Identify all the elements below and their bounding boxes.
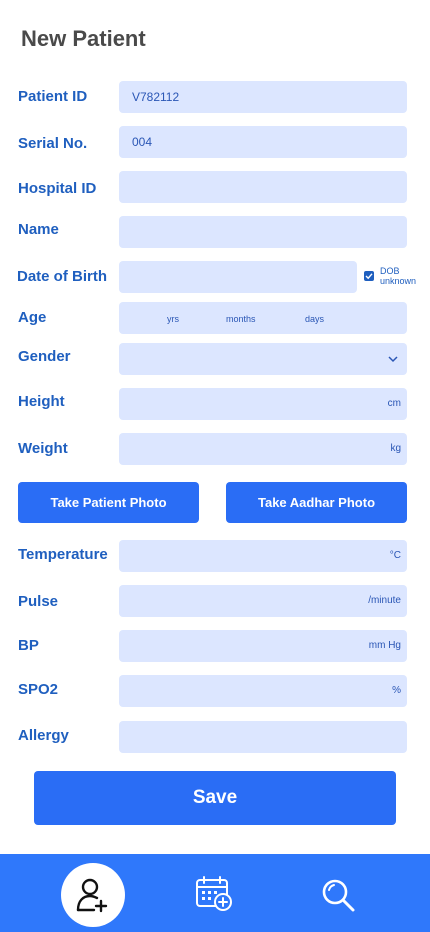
serial-no-value: 004 <box>132 135 153 149</box>
pulse-unit: /minute <box>368 595 401 606</box>
spo2-unit: % <box>392 685 401 696</box>
save-button[interactable]: Save <box>34 771 396 825</box>
hospital-id-label: Hospital ID <box>18 180 97 197</box>
gender-select[interactable] <box>119 343 407 375</box>
take-aadhar-photo-button[interactable]: Take Aadhar Photo <box>226 482 407 523</box>
pulse-field[interactable]: /minute <box>119 585 407 617</box>
dob-unknown-line2: unknown <box>380 276 417 286</box>
age-days-field[interactable]: days <box>305 314 324 324</box>
chevron-down-icon <box>388 356 398 363</box>
age-label: Age <box>18 309 47 326</box>
weight-unit: kg <box>390 443 401 454</box>
patient-id-field[interactable]: V782112 <box>119 81 407 113</box>
serial-no-label: Serial No. <box>18 135 88 152</box>
name-label: Name <box>18 221 59 238</box>
dob-label: Date of Birth <box>17 268 107 285</box>
dob-unknown-line1: DOB <box>380 266 400 276</box>
weight-label: Weight <box>18 440 68 457</box>
temperature-label: Temperature <box>18 546 108 563</box>
allergy-label: Allergy <box>18 727 69 744</box>
allergy-field[interactable] <box>119 721 407 753</box>
age-years-field[interactable]: yrs <box>167 314 179 324</box>
check-icon <box>365 273 373 280</box>
nav-item-add-patient[interactable] <box>61 863 125 927</box>
name-field[interactable] <box>119 216 407 248</box>
age-field[interactable]: yrs months days <box>119 302 407 334</box>
spo2-field[interactable]: % <box>119 675 407 707</box>
dob-unknown-checkbox[interactable] <box>364 271 374 281</box>
weight-field[interactable]: kg <box>119 433 407 465</box>
dob-unknown-label: DOB unknown <box>380 266 416 286</box>
height-label: Height <box>18 393 65 410</box>
nav-item-add-appointment[interactable] <box>194 875 234 913</box>
age-months-field[interactable]: months <box>226 314 256 324</box>
patient-id-value: V782112 <box>132 90 180 104</box>
bp-label: BP <box>18 637 39 654</box>
height-field[interactable]: cm <box>119 388 407 420</box>
serial-no-field[interactable]: 004 <box>119 126 407 158</box>
bp-field[interactable]: mm Hg <box>119 630 407 662</box>
temperature-field[interactable]: °C <box>119 540 407 572</box>
dob-field[interactable] <box>119 261 357 293</box>
page-title: New Patient <box>21 26 146 51</box>
add-patient-icon <box>76 878 108 913</box>
nav-item-search[interactable] <box>319 876 357 914</box>
spo2-label: SPO2 <box>18 681 59 698</box>
bp-unit: mm Hg <box>368 640 401 651</box>
hospital-id-field[interactable] <box>119 171 407 203</box>
search-icon <box>322 879 355 912</box>
bottom-nav <box>0 854 430 932</box>
add-appointment-icon <box>196 876 232 911</box>
height-unit: cm <box>387 398 401 409</box>
take-patient-photo-button[interactable]: Take Patient Photo <box>18 482 199 523</box>
patient-id-label: Patient ID <box>18 88 88 105</box>
temperature-unit: °C <box>389 550 401 561</box>
gender-label: Gender <box>18 348 71 365</box>
pulse-label: Pulse <box>18 593 59 610</box>
